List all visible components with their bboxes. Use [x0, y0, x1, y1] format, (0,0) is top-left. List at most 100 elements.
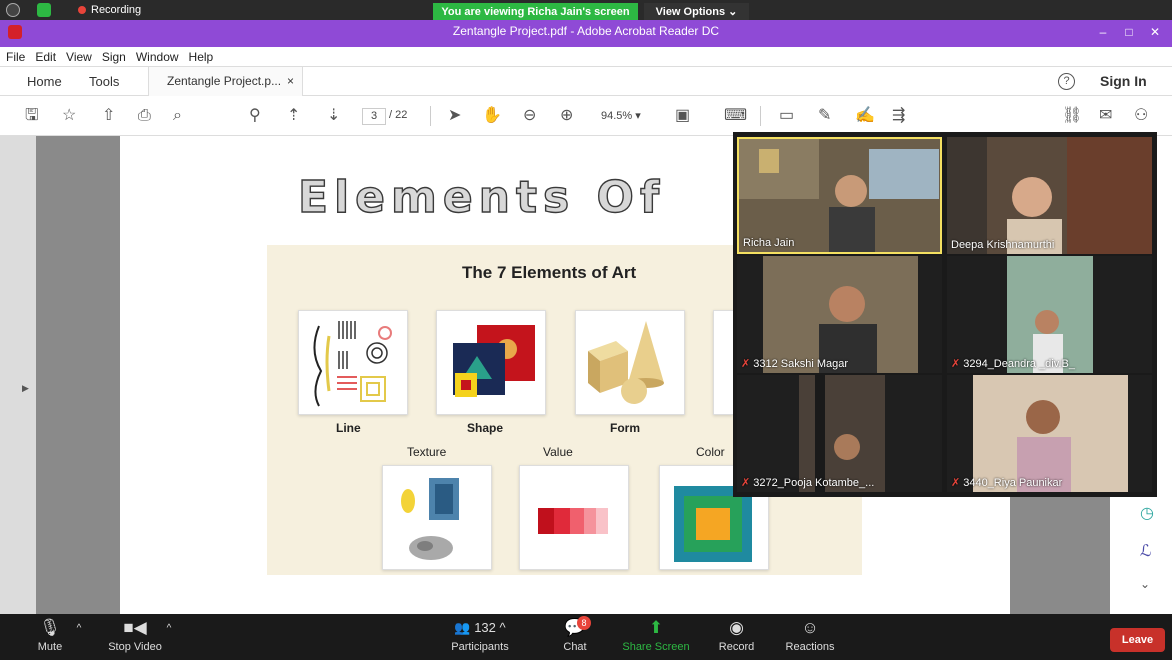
close-button[interactable]: ✕ — [1141, 20, 1169, 47]
participant-name-text: 3440_Riya Paunikar — [963, 477, 1063, 489]
participants-count: 132 — [474, 620, 496, 635]
save-icon[interactable]: 🖫 — [25, 107, 39, 125]
tab-document[interactable]: Zentangle Project.p... × — [148, 67, 303, 96]
upload-cloud-icon[interactable]: ⇧ — [102, 107, 115, 125]
sign-pen-icon[interactable]: ✍ — [855, 107, 875, 125]
fit-page-icon[interactable]: ▣ — [675, 107, 690, 125]
menu-file[interactable]: File — [6, 50, 25, 64]
stop-video-button[interactable]: ■◀ Stop Video — [100, 614, 170, 660]
participants-label: Participants — [451, 641, 509, 653]
leave-button[interactable]: Leave — [1110, 628, 1165, 652]
participant-video-icon — [737, 375, 942, 492]
highlight-pen-icon[interactable]: ✎ — [818, 107, 831, 125]
share-icon[interactable]: ⇶ — [892, 107, 905, 125]
info-icon[interactable] — [6, 3, 20, 17]
menu-window[interactable]: Window — [136, 50, 179, 64]
menu-edit[interactable]: Edit — [35, 50, 56, 64]
menu-help[interactable]: Help — [189, 50, 214, 64]
video-tile[interactable]: ✗ 3272_Pooja Kotambe_... — [737, 375, 942, 492]
value-art-icon — [538, 508, 608, 534]
element-label-color: Color — [696, 445, 725, 459]
video-tile[interactable]: ✗ 3312 Sakshi Magar — [737, 256, 942, 373]
zoom-out-icon[interactable]: ⊖ — [523, 107, 536, 125]
video-options-chevron-icon[interactable]: ^ — [164, 614, 174, 660]
texture-art-icon — [401, 478, 459, 560]
email-icon[interactable]: ✉ — [1099, 107, 1112, 125]
share-screen-label: Share Screen — [622, 641, 690, 653]
hand-tool-icon[interactable]: ✋ — [482, 107, 502, 125]
share-screen-button[interactable]: ⬆ Share Screen — [616, 614, 696, 660]
record-button[interactable]: ◉ Record — [714, 614, 759, 660]
element-label-value: Value — [543, 445, 573, 459]
minimize-button[interactable]: – — [1089, 20, 1117, 47]
left-nav-pane[interactable] — [0, 136, 36, 614]
participants-button[interactable]: 👥 132 ^ Participants — [440, 614, 520, 660]
video-tile[interactable]: Deepa Krishnamurthi — [947, 137, 1152, 254]
tab-home[interactable]: Home — [27, 74, 62, 89]
security-shield-icon[interactable] — [37, 3, 51, 17]
add-user-icon[interactable]: ⚇ — [1134, 107, 1148, 125]
mute-button[interactable]: 🎙 Mute — [30, 614, 70, 660]
share-screen-icon: ⬆ — [648, 618, 664, 637]
zoom-control-bar: 🎙 Mute ^ ■◀ Stop Video ^ 👥 132 ^ Partici… — [0, 614, 1172, 660]
reactions-button[interactable]: ☺ Reactions — [780, 614, 840, 660]
bookmark-star-icon[interactable]: ☆ — [62, 107, 76, 125]
tab-tools[interactable]: Tools — [89, 74, 119, 89]
value-card — [519, 465, 629, 570]
find-binoculars-icon[interactable]: ⚲ — [249, 107, 261, 125]
fill-sign-icon[interactable]: ℒ — [1140, 541, 1152, 561]
page-number-input[interactable]: 3 — [362, 108, 386, 125]
link-icon[interactable]: ⛓ — [1062, 107, 1082, 125]
page-total: / 22 — [389, 109, 408, 121]
scroll-mode-icon[interactable]: ⌨ — [724, 107, 747, 125]
mute-options-chevron-icon[interactable]: ^ — [74, 614, 84, 660]
zoom-level-select[interactable]: 94.5% ▾ — [601, 109, 641, 122]
view-options-button[interactable]: View Options ⌄ — [644, 3, 749, 21]
chat-label: Chat — [563, 641, 587, 653]
stop-video-label: Stop Video — [108, 641, 162, 653]
participant-name: ✗ 3312 Sakshi Magar — [741, 357, 848, 370]
sign-in-button[interactable]: Sign In — [1100, 73, 1147, 89]
tab-row: Home Tools Zentangle Project.p... × ? Si… — [0, 66, 1172, 96]
element-label-texture: Texture — [407, 445, 447, 459]
comment-icon[interactable]: ▭ — [779, 107, 794, 125]
acrobat-toolbar: 🖫 ☆ ⇧ ⎙ ⌕ ⚲ ⇡ ⇣ 3 / 22 ➤ ✋ ⊖ ⊕ 94.5% ▾ ▣… — [0, 96, 1172, 136]
zoom-in-icon[interactable]: ⊕ — [560, 107, 573, 125]
form-art-icon — [588, 321, 664, 404]
reactions-smiley-icon: ☺ — [801, 618, 819, 637]
video-tile[interactable]: ✗ 3294_Deandra _div.B_ — [947, 256, 1152, 373]
print-icon[interactable]: ⎙ — [138, 107, 151, 125]
participant-video-icon — [737, 256, 942, 373]
expand-pane-icon[interactable]: ▶ — [22, 383, 29, 394]
chevron-down-icon[interactable]: ⌄ — [1140, 577, 1150, 591]
reactions-label: Reactions — [785, 641, 835, 653]
record-label: Record — [718, 641, 755, 653]
panel-title: The 7 Elements of Art — [462, 263, 637, 282]
participant-video-icon — [947, 256, 1152, 373]
measure-tool-icon[interactable]: ◷ — [1140, 503, 1154, 523]
element-label-line: Line — [336, 421, 361, 435]
menu-bar: File Edit View Sign Window Help — [0, 47, 1172, 66]
window-titlebar: Zentangle Project.pdf - Adobe Acrobat Re… — [0, 20, 1172, 47]
element-label-shape: Shape — [467, 421, 504, 435]
video-tile[interactable]: ✗ 3440_Riya Paunikar — [947, 375, 1152, 492]
close-tab-icon[interactable]: × — [287, 67, 294, 95]
select-cursor-icon[interactable]: ➤ — [448, 107, 461, 125]
prev-page-icon[interactable]: ⇡ — [287, 107, 300, 125]
window-title: Zentangle Project.pdf - Adobe Acrobat Re… — [452, 24, 720, 38]
help-icon[interactable]: ? — [1058, 73, 1075, 90]
next-page-icon[interactable]: ⇣ — [327, 107, 340, 125]
menu-sign[interactable]: Sign — [102, 50, 126, 64]
document-heading: Elements Of — [297, 171, 666, 223]
maximize-button[interactable]: □ — [1115, 20, 1143, 47]
video-tile[interactable]: Richa Jain — [737, 137, 942, 254]
line-art-icon — [313, 321, 392, 407]
viewing-screen-banner: You are viewing Richa Jain's screen — [433, 3, 638, 21]
participant-video-icon — [947, 375, 1152, 492]
zoom-search-icon[interactable]: ⌕ — [173, 107, 182, 125]
recording-indicator[interactable]: Recording — [78, 3, 141, 17]
chat-button[interactable]: 💬 8 Chat — [555, 614, 595, 660]
menu-view[interactable]: View — [66, 50, 92, 64]
mic-muted-icon: ✗ — [741, 477, 751, 489]
participant-name: ✗ 3294_Deandra _div.B_ — [951, 357, 1075, 370]
